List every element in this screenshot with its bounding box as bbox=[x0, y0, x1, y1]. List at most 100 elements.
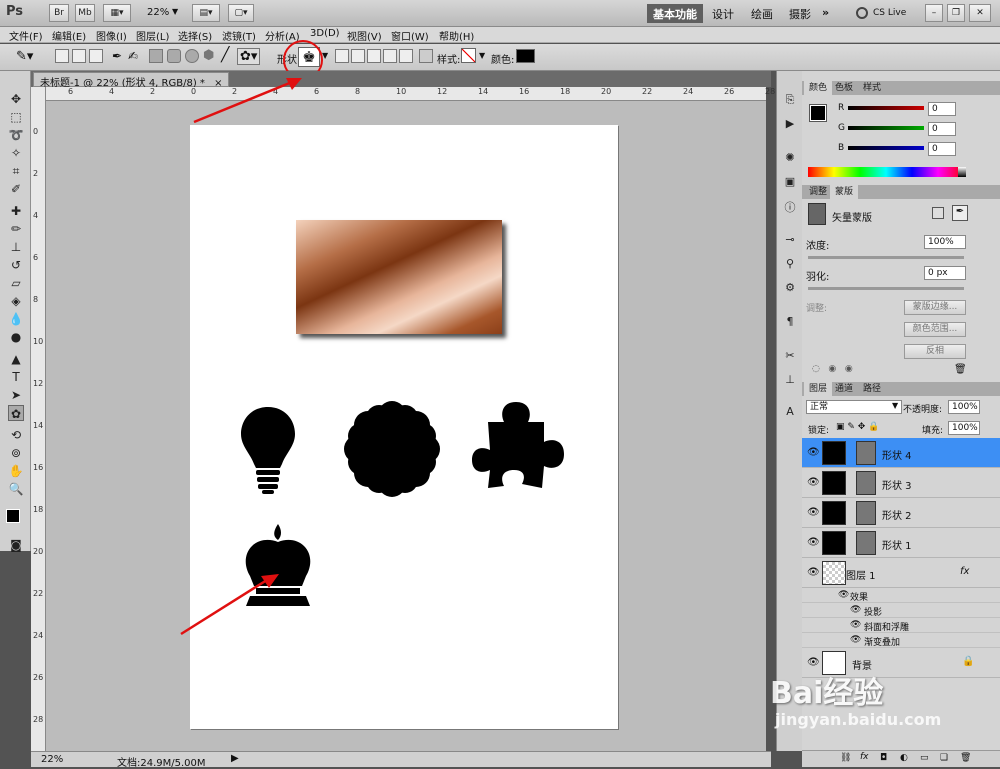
workspace-essentials[interactable]: 基本功能 bbox=[647, 4, 703, 23]
feather-slider[interactable] bbox=[808, 287, 964, 290]
status-zoom[interactable]: 22% bbox=[41, 754, 63, 765]
visibility-eye-icon[interactable]: 👁 bbox=[807, 567, 820, 578]
blur-tool-icon[interactable]: 💧 bbox=[8, 311, 24, 327]
color-bw-bar[interactable] bbox=[958, 167, 966, 177]
lock-icons[interactable]: ▣ ✎ ✥ 🔒 bbox=[836, 422, 879, 432]
tab-swatches[interactable]: 色板 bbox=[830, 81, 858, 95]
marquee-tool-icon[interactable]: ⬚ bbox=[8, 109, 24, 125]
tab-adjustments[interactable]: 调整 bbox=[804, 185, 832, 199]
menu-select[interactable]: 选择(S) bbox=[178, 28, 212, 43]
layer-row[interactable]: 👁 形状 1 bbox=[802, 528, 1000, 558]
layer-row[interactable]: 👁 形状 3 bbox=[802, 468, 1000, 498]
color-range-button[interactable]: 颜色范围... bbox=[904, 322, 966, 337]
color-fg-swatch[interactable] bbox=[809, 104, 827, 122]
tab-channels[interactable]: 通道 bbox=[830, 382, 858, 396]
effect-eye-icon[interactable]: 👁 bbox=[850, 635, 861, 645]
visibility-eye-icon[interactable]: 👁 bbox=[807, 507, 820, 518]
mask-delete-icon[interactable]: 🗑 bbox=[954, 364, 967, 375]
channel-slider[interactable] bbox=[848, 146, 924, 150]
effect-eye-icon[interactable]: 👁 bbox=[850, 605, 861, 615]
rounded-rectangle-icon[interactable] bbox=[167, 49, 181, 63]
delete-layer-icon[interactable]: 🗑 bbox=[960, 753, 971, 763]
adjustment-layer-icon[interactable]: ◐ bbox=[900, 753, 908, 763]
visibility-eye-icon[interactable]: 👁 bbox=[807, 537, 820, 548]
effect-row[interactable]: 👁 渐变叠加 bbox=[802, 633, 1000, 648]
link-layers-icon[interactable]: ⛓ bbox=[840, 753, 851, 763]
lightbulb-shape[interactable] bbox=[241, 407, 295, 494]
dodge-tool-icon[interactable]: ● bbox=[8, 329, 24, 345]
freeform-pen-icon[interactable]: ✍ bbox=[128, 49, 138, 63]
layer-row[interactable]: 👁 形状 2 bbox=[802, 498, 1000, 528]
view-extras-button[interactable]: ▦▾ bbox=[103, 4, 131, 22]
tool-presets-icon[interactable]: ⚲ bbox=[782, 257, 798, 271]
clone-stamp-icon[interactable]: ⊥ bbox=[8, 239, 24, 255]
direct-select-icon[interactable]: ➤ bbox=[8, 387, 24, 403]
layer-row[interactable]: 👁 图层 1 fx bbox=[802, 558, 1000, 588]
brush-tool-icon[interactable]: ✏ bbox=[8, 221, 24, 237]
status-menu-arrow-icon[interactable]: ▶ bbox=[231, 753, 239, 764]
hand-tool-icon[interactable]: ✋ bbox=[8, 463, 24, 479]
density-field[interactable]: 100% bbox=[924, 235, 966, 249]
menu-filter[interactable]: 滤镜(T) bbox=[222, 28, 256, 43]
menu-window[interactable]: 窗口(W) bbox=[391, 28, 429, 43]
menu-layer[interactable]: 图层(L) bbox=[136, 28, 169, 43]
arrange-documents-button[interactable]: ▤▾ bbox=[192, 4, 220, 22]
menu-image[interactable]: 图像(I) bbox=[96, 28, 127, 43]
gradient-rectangle-layer[interactable] bbox=[296, 220, 502, 334]
effects-eye-icon[interactable]: 👁 bbox=[838, 590, 849, 600]
visibility-eye-icon[interactable]: 👁 bbox=[807, 657, 820, 668]
new-shape-layer-button[interactable] bbox=[335, 49, 349, 63]
style-swatch[interactable] bbox=[461, 48, 476, 63]
layer-fx-icon[interactable]: fx bbox=[960, 566, 969, 577]
channel-value[interactable]: 0 bbox=[928, 122, 956, 136]
custom-shape-tool-active-icon[interactable]: ✿ bbox=[8, 405, 24, 421]
character-panel-icon[interactable]: A bbox=[782, 405, 798, 419]
zoom-level-select[interactable]: 22% bbox=[147, 7, 169, 18]
more-workspaces-button[interactable]: » bbox=[822, 6, 829, 19]
pixel-mask-button[interactable] bbox=[932, 207, 944, 219]
history-panel-icon[interactable]: ⎘ bbox=[782, 93, 798, 107]
eyedropper-tool-icon[interactable]: ✐ bbox=[8, 181, 24, 197]
new-layer-icon[interactable]: ❏ bbox=[940, 753, 948, 763]
foreground-color-swatch[interactable] bbox=[6, 509, 20, 523]
cs-live-button[interactable]: CS Live bbox=[873, 8, 906, 18]
quick-select-tool-icon[interactable]: ✧ bbox=[8, 145, 24, 161]
shape-layers-button[interactable] bbox=[55, 49, 69, 63]
link-style-button[interactable] bbox=[419, 49, 433, 63]
new-group-icon[interactable]: ▭ bbox=[920, 753, 929, 763]
puzzle-piece-shape[interactable] bbox=[472, 402, 564, 488]
navigator-panel-icon[interactable]: ▣ bbox=[782, 175, 798, 189]
workspace-photography[interactable]: 摄影 bbox=[789, 6, 811, 22]
healing-brush-icon[interactable]: ✚ bbox=[8, 203, 24, 219]
path-select-icon[interactable]: ▲ bbox=[8, 351, 24, 367]
mask-footer-icons[interactable]: ◌ ◉ ◉ bbox=[812, 364, 853, 374]
fill-pixels-button[interactable] bbox=[89, 49, 103, 63]
tab-paths[interactable]: 路径 bbox=[858, 382, 886, 396]
paint-bucket-icon[interactable]: ◈ bbox=[8, 293, 24, 309]
density-slider[interactable] bbox=[808, 256, 964, 259]
pen-tool-icon[interactable]: ✒ bbox=[112, 49, 122, 63]
visibility-eye-icon[interactable]: 👁 bbox=[807, 477, 820, 488]
add-style-icon[interactable]: fx bbox=[860, 752, 869, 762]
effect-eye-icon[interactable]: 👁 bbox=[850, 620, 861, 630]
3d-orbit-icon[interactable]: ⊚ bbox=[8, 445, 24, 461]
blend-mode-select[interactable]: 正常 bbox=[806, 400, 902, 414]
quick-mask-icon[interactable]: ◙ bbox=[8, 537, 24, 553]
paths-button[interactable] bbox=[72, 49, 86, 63]
channel-slider[interactable] bbox=[848, 106, 924, 110]
feather-field[interactable]: 0 px bbox=[924, 266, 966, 280]
tools-panel-icon[interactable]: ✂ bbox=[782, 349, 798, 363]
paragraph-panel-icon[interactable]: ¶ bbox=[782, 315, 798, 329]
screen-mode-button[interactable]: ▢▾ bbox=[228, 4, 254, 22]
add-mask-icon[interactable]: ◘ bbox=[880, 753, 887, 763]
zoom-tool-icon[interactable]: 🔍 bbox=[8, 481, 24, 497]
tab-styles[interactable]: 样式 bbox=[858, 81, 886, 95]
channel-slider[interactable] bbox=[848, 126, 924, 130]
vector-mask-button[interactable]: ✒ bbox=[952, 205, 968, 221]
flower-shape[interactable] bbox=[344, 401, 440, 497]
history-brush-icon[interactable]: ↺ bbox=[8, 257, 24, 273]
intersect-shape-button[interactable] bbox=[383, 49, 397, 63]
move-tool-icon[interactable]: ✥ bbox=[8, 91, 24, 107]
tab-color[interactable]: 颜色 bbox=[804, 81, 833, 95]
tab-masks[interactable]: 蒙版 bbox=[830, 185, 859, 199]
